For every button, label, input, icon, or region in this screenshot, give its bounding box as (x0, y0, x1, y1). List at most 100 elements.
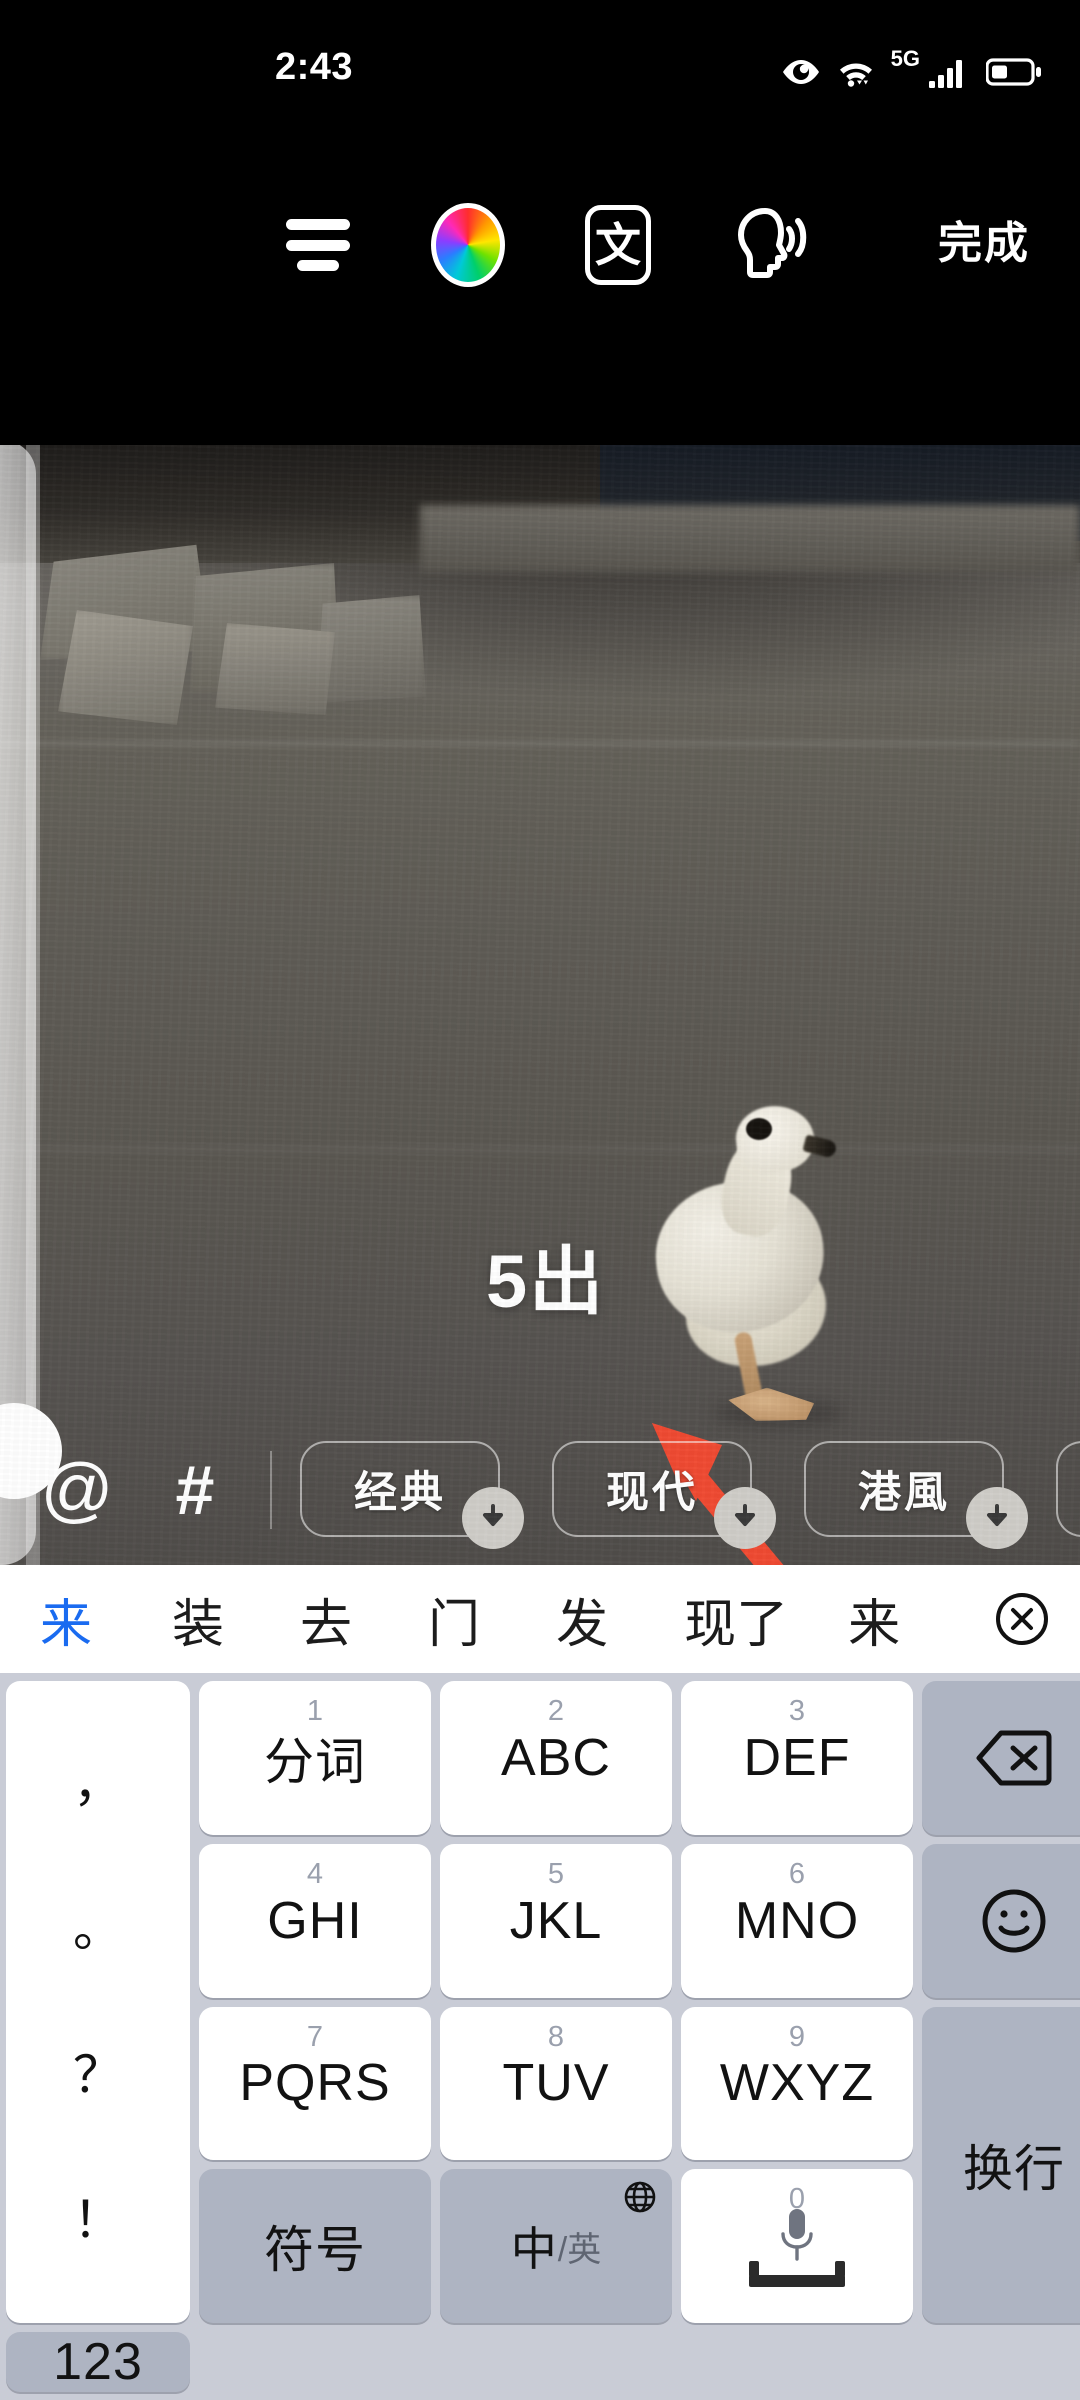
style-chip-bar: @ # 经典 现代 港風 (0, 1415, 1080, 1565)
candidate-item[interactable]: 门 (428, 1582, 480, 1657)
key-label: PQRS (239, 2054, 391, 2113)
style-chip-label: 经典 (354, 1469, 446, 1517)
key-digit: 8 (547, 2020, 565, 2053)
style-chip-list: 经典 现代 港風 (300, 1439, 1080, 1549)
style-chip-next[interactable] (1056, 1441, 1080, 1537)
candidate-bar: 来 装 去 门 发 现了 来 (0, 1565, 1080, 1673)
key-8-tuv[interactable]: 8 TUV (440, 2006, 672, 2161)
key-digit: 3 (788, 1695, 806, 1727)
download-icon[interactable] (714, 1487, 776, 1549)
font-style-icon[interactable]: 文 (562, 189, 674, 301)
key-4-ghi[interactable]: 4 GHI (199, 1843, 431, 1998)
microphone-icon[interactable] (749, 2205, 845, 2288)
symbol-label: 符号 (264, 2222, 366, 2279)
lang-en-label: /英 (557, 2230, 602, 2269)
punct-period: 。 (73, 1901, 123, 1958)
globe-icon (622, 2179, 658, 2220)
status-clock: 2:43 (275, 46, 354, 88)
text-overlay-caption[interactable]: 5出 (486, 1245, 605, 1319)
language-switch-key[interactable]: 中 /英 (440, 2169, 672, 2323)
key-label: DEF (743, 1728, 851, 1787)
concrete-block (215, 623, 335, 715)
candidate-item[interactable]: 去 (300, 1582, 352, 1657)
candidate-item[interactable]: 发 (556, 1582, 608, 1657)
duckling-subject (628, 1100, 863, 1430)
key-7-pqrs[interactable]: 7 PQRS (199, 2006, 431, 2161)
key-digit: 9 (788, 2020, 806, 2053)
backspace-icon[interactable] (922, 1681, 1080, 1835)
text-to-speech-icon[interactable] (712, 189, 824, 301)
key-label: ABC (501, 1728, 611, 1787)
enter-key[interactable]: 换行 (922, 2006, 1080, 2323)
style-chip-classic[interactable]: 经典 (300, 1441, 524, 1549)
style-chip-label: 港風 (858, 1469, 950, 1517)
numeric-label: 123 (53, 2333, 143, 2391)
space-key[interactable]: 0 (681, 2169, 913, 2323)
key-label: GHI (267, 1891, 363, 1950)
text-align-icon[interactable] (262, 189, 374, 301)
key-5-jkl[interactable]: 5 JKL (440, 1843, 672, 1998)
pavement-seam (0, 741, 1080, 746)
5g-label: 5G (890, 46, 920, 71)
key-grid: ， 。 ？ ！ 1 分词 2 ABC 3 DEF 4 GHI 5 JKL 6 M… (0, 1673, 1080, 2400)
punct-exclaim: ！ (73, 2192, 123, 2249)
battery-icon (986, 57, 1042, 87)
phone-screen: 2:43 5G 文 完成 5出 @ # 经典 现代 港風 来 装 去 门 发 现… (0, 0, 1080, 2400)
style-chip-hongkong[interactable]: 港風 (804, 1441, 1028, 1549)
pavement-seam (0, 1147, 1080, 1151)
key-9-wxyz[interactable]: 9 WXYZ (681, 2006, 913, 2161)
key-label: JKL (509, 1891, 603, 1950)
key-digit: 1 (306, 1695, 324, 1727)
key-label: TUV (502, 2054, 610, 2113)
symbol-key[interactable]: 符号 (199, 2169, 431, 2323)
numeric-key[interactable]: 123 (6, 2332, 190, 2392)
key-1-fenci[interactable]: 1 分词 (199, 1681, 431, 1835)
font-style-glyph: 文 (585, 205, 651, 285)
key-digit: 0 (788, 2183, 806, 2216)
mention-button[interactable]: @ (30, 1443, 124, 1537)
background-curb (420, 505, 1080, 573)
key-digit: 4 (306, 1857, 324, 1890)
candidate-scroll[interactable]: 来 装 去 门 发 现了 来 (0, 1565, 1080, 1673)
key-6-mno[interactable]: 6 MNO (681, 1843, 913, 1998)
status-icons: 5G (781, 46, 1042, 94)
key-2-abc[interactable]: 2 ABC (440, 1681, 672, 1835)
left-sheet-strip (26, 445, 40, 1565)
enter-label: 换行 (963, 2140, 1065, 2197)
candidate-item[interactable]: 现了 (684, 1582, 788, 1657)
download-icon[interactable] (462, 1487, 524, 1549)
key-label: WXYZ (719, 2054, 875, 2113)
key-digit: 7 (306, 2020, 324, 2053)
status-bar: 2:43 5G (0, 0, 1080, 110)
key-label: MNO (734, 1891, 860, 1950)
photo-canvas[interactable]: 5出 @ # 经典 现代 港風 (0, 445, 1080, 1565)
candidate-item[interactable]: 来 (848, 1582, 900, 1657)
lang-cn-label: 中 (510, 2223, 558, 2276)
key-digit: 2 (547, 1695, 565, 1727)
wifi-icon (837, 56, 875, 88)
punct-comma: ， (73, 1755, 123, 1812)
punct-question: ？ (73, 2046, 123, 2103)
key-digit: 5 (547, 1857, 565, 1890)
hashtag-button[interactable]: # (148, 1443, 242, 1537)
chip-divider (270, 1451, 272, 1529)
ime-keyboard: 来 装 去 门 发 现了 来 ， 。 ？ ！ 1 分词 2 ABC 3 DEF … (0, 1565, 1080, 2400)
done-button[interactable]: 完成 (938, 207, 1030, 271)
candidate-close-button[interactable] (964, 1565, 1080, 1673)
key-digit: 6 (788, 1857, 806, 1890)
download-icon[interactable] (966, 1487, 1028, 1549)
punctuation-key[interactable]: ， 。 ？ ！ (6, 1681, 190, 2323)
color-wheel-icon[interactable] (412, 189, 524, 301)
style-chip-modern[interactable]: 现代 (552, 1441, 776, 1549)
emoji-icon[interactable] (922, 1843, 1080, 1998)
concrete-block (58, 610, 193, 725)
candidate-fade (938, 1565, 964, 1673)
candidate-item[interactable]: 来 (40, 1582, 92, 1657)
key-3-def[interactable]: 3 DEF (681, 1681, 913, 1835)
eye-care-icon (781, 57, 821, 87)
editor-toolbar: 文 完成 (0, 110, 1080, 445)
key-label: 分词 (264, 1733, 366, 1790)
signal-bars-icon (928, 56, 970, 88)
candidate-item[interactable]: 装 (172, 1582, 224, 1657)
spacebar-indicator (749, 2261, 845, 2288)
